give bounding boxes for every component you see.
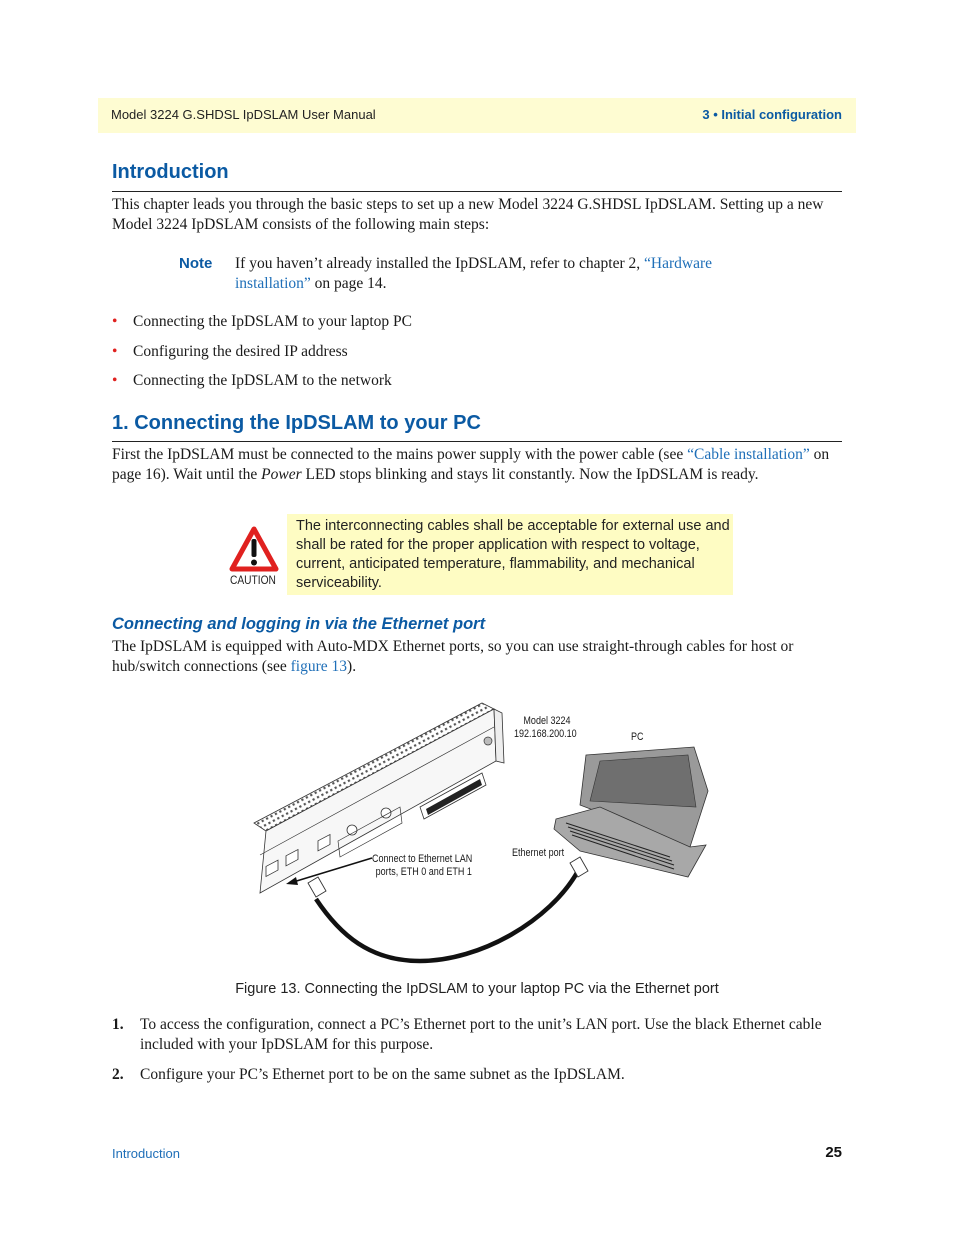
connect-label-line2: ports, ETH 0 and ETH 1: [375, 866, 472, 878]
bullet-icon: •: [112, 313, 118, 330]
introduction-paragraph: This chapter leads you through the basic…: [112, 196, 824, 233]
note-label: Note: [179, 255, 213, 272]
device-model-label: Model 3224: [523, 715, 571, 727]
list-item: • Connecting the IpDSLAM to your laptop P…: [112, 313, 412, 331]
para-text: LED stops blinking and stays lit constan…: [301, 466, 759, 483]
bullet-icon: •: [112, 372, 118, 389]
rj45-plug-icon: [307, 876, 327, 898]
connect-label-line1: Connect to Ethernet LAN: [372, 853, 473, 865]
page-number: 25: [825, 1144, 842, 1161]
step-text: Configure your PC’s Ethernet port to be …: [140, 1066, 625, 1083]
rj45-plug-icon: [569, 856, 589, 878]
manual-title: Model 3224 G.SHDSL IpDSLAM User Manual: [111, 107, 376, 122]
figure-caption: Figure 13. Connecting the IpDSLAM to you…: [235, 981, 719, 997]
caution-label: CAUTION: [230, 573, 276, 587]
ethernet-cable: [314, 869, 580, 964]
device-label: Model 3224 192.168.200.10: [514, 715, 577, 741]
para-text: First the IpDSLAM must be connected to t…: [112, 446, 688, 463]
figure-13: Model 3224 192.168.200.10 PC Ethernet po…: [250, 695, 710, 965]
list-item: • Connecting the IpDSLAM to the network: [112, 372, 392, 390]
cable-installation-link[interactable]: “Cable installation”: [687, 446, 810, 463]
note-text: If you haven’t already installed the IpD…: [235, 254, 755, 294]
subsection-heading: Connecting and logging in via the Ethern…: [112, 615, 486, 633]
caution-text: The interconnecting cables shall be acce…: [296, 518, 730, 591]
laptop-pc-icon: [553, 746, 709, 878]
para-text: The IpDSLAM is equipped with Auto-MDX Et…: [112, 638, 794, 675]
power-led-emphasis: Power: [261, 466, 302, 483]
caution-box: The interconnecting cables shall be acce…: [287, 514, 733, 595]
bullet-icon: •: [112, 343, 118, 360]
device-ip-label: 192.168.200.10: [514, 728, 577, 740]
step-number: 1.: [112, 1016, 124, 1033]
step-text: To access the configuration, connect a P…: [140, 1016, 822, 1053]
running-header: Model 3224 G.SHDSL IpDSLAM User Manual 3…: [98, 98, 856, 133]
section-paragraph: First the IpDSLAM must be connected to t…: [112, 445, 842, 485]
chapter-title: 3 • Initial configuration: [702, 107, 842, 122]
list-item-text: Connecting the IpDSLAM to the network: [133, 372, 392, 389]
section-heading: 1. Connecting the IpDSLAM to your PC: [112, 412, 481, 434]
ethernet-port-label: Ethernet port: [512, 847, 565, 859]
list-item-text: Connecting the IpDSLAM to your laptop PC: [133, 313, 412, 330]
list-item-text: Configuring the desired IP address: [133, 343, 348, 360]
para-text: ).: [347, 658, 357, 675]
connect-label: Connect to Ethernet LAN ports, ETH 0 and…: [372, 853, 472, 879]
footer-section: Introduction: [112, 1146, 180, 1161]
step-number: 2.: [112, 1066, 124, 1083]
figure-13-link[interactable]: figure 13: [291, 658, 347, 675]
list-item: • Configuring the desired IP address: [112, 343, 348, 361]
note-text-after: on page 14.: [310, 275, 387, 292]
introduction-heading: Introduction: [112, 161, 229, 183]
heading-rule: [112, 191, 842, 192]
pc-label: PC: [631, 731, 644, 743]
subsection-paragraph: The IpDSLAM is equipped with Auto-MDX Et…: [112, 637, 842, 677]
heading-rule: [112, 441, 842, 442]
note-text-before: If you haven’t already installed the IpD…: [235, 255, 645, 272]
